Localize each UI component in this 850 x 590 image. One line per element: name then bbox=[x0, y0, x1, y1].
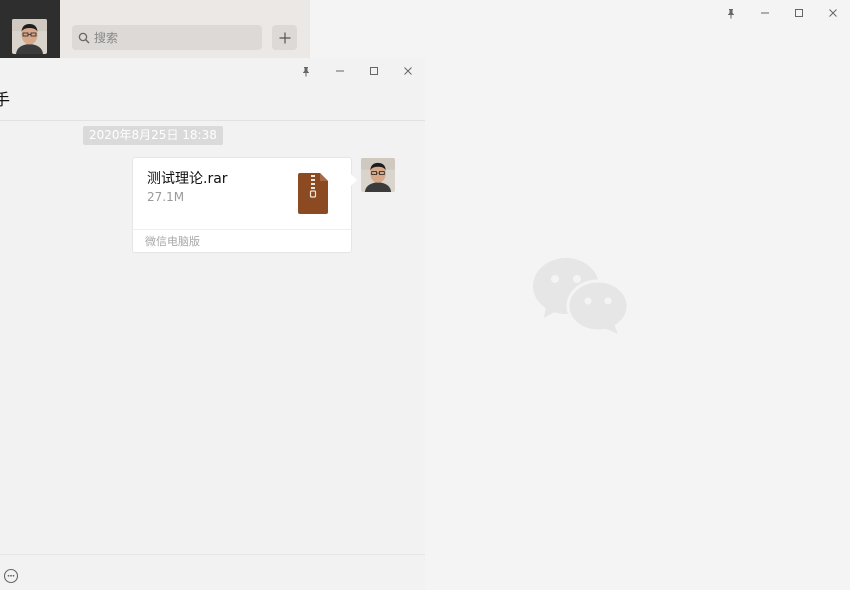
chat-close-button[interactable] bbox=[391, 58, 425, 84]
divider bbox=[0, 120, 425, 121]
file-source-label: 微信电脑版 bbox=[145, 235, 200, 248]
pin-icon bbox=[728, 8, 734, 18]
user-avatar-image bbox=[361, 158, 395, 192]
user-avatar-image bbox=[12, 19, 47, 54]
add-button[interactable] bbox=[272, 25, 297, 50]
search-icon bbox=[78, 32, 90, 43]
search-area bbox=[60, 0, 310, 58]
pin-icon bbox=[303, 66, 309, 76]
zip-file-icon bbox=[298, 173, 328, 214]
bubble-tail bbox=[351, 174, 357, 186]
maximize-button[interactable] bbox=[782, 0, 816, 26]
wechat-logo-icon bbox=[533, 258, 630, 334]
close-icon bbox=[829, 9, 837, 17]
chat-window: 手 2020年8月25日 18:38 测试理论.rar 27.1M 微信电脑版 bbox=[0, 58, 425, 590]
divider bbox=[133, 229, 351, 230]
minimize-icon bbox=[336, 70, 344, 72]
search-box[interactable] bbox=[72, 25, 262, 50]
nav-bar bbox=[0, 0, 60, 58]
file-size: 27.1M bbox=[147, 190, 185, 204]
file-message-bubble[interactable]: 测试理论.rar 27.1M 微信电脑版 bbox=[132, 157, 352, 253]
emoji-icon[interactable] bbox=[3, 568, 19, 584]
search-input[interactable] bbox=[94, 30, 244, 45]
chat-maximize-button[interactable] bbox=[357, 58, 391, 84]
maximize-icon bbox=[370, 67, 378, 75]
close-icon bbox=[404, 67, 412, 75]
pin-button[interactable] bbox=[714, 0, 748, 26]
close-button[interactable] bbox=[816, 0, 850, 26]
input-divider bbox=[0, 554, 425, 555]
chat-title: 手 bbox=[0, 90, 11, 109]
minimize-icon bbox=[761, 12, 769, 14]
chat-window-controls bbox=[289, 58, 425, 86]
chat-minimize-button[interactable] bbox=[323, 58, 357, 84]
minimize-button[interactable] bbox=[748, 0, 782, 26]
avatar[interactable] bbox=[12, 19, 47, 54]
message-timestamp: 2020年8月25日 18:38 bbox=[83, 126, 223, 145]
plus-icon bbox=[279, 32, 290, 43]
maximize-icon bbox=[795, 9, 803, 17]
file-name: 测试理论.rar bbox=[147, 171, 228, 187]
chat-pin-button[interactable] bbox=[289, 58, 323, 84]
sender-avatar[interactable] bbox=[361, 158, 395, 192]
main-window-controls bbox=[714, 0, 850, 28]
